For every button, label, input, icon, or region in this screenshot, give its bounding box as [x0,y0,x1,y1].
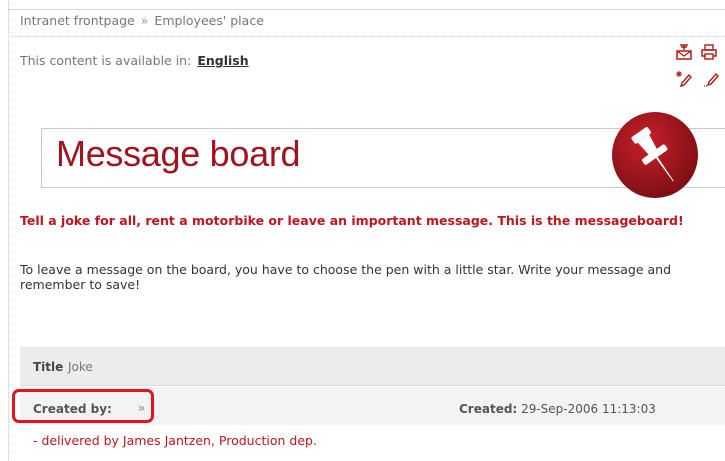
breadcrumb-current[interactable]: Employees' place [154,13,263,28]
breadcrumb-root[interactable]: Intranet frontpage [20,13,135,28]
highlight-annotation [12,389,154,423]
created-date: Created: 29-Sep-2006 11:13:03 [459,402,656,416]
intro-text: Tell a joke for all, rent a motorbike or… [20,213,684,228]
breadcrumb-divider [8,36,725,37]
instructions-text: To leave a message on the board, you hav… [20,262,672,292]
language-bar: This content is available in: English [20,53,249,68]
created-value: 29-Sep-2006 11:13:03 [521,402,656,416]
post-title-bar: Title Joke [20,347,725,386]
post-title-value: Joke [68,360,93,374]
page-title: Message board [56,133,301,174]
print-icon[interactable] [701,44,717,60]
new-message-pen-icon[interactable] [676,71,692,87]
language-link-english[interactable]: English [197,53,248,68]
pushpin-icon [612,112,698,198]
created-label: Created: [459,402,518,416]
left-border [8,0,9,461]
edit-pen-icon[interactable] [703,71,719,87]
post-body: - delivered by James Jantzen, Production… [33,433,317,448]
top-border [8,9,725,10]
breadcrumb: Intranet frontpage » Employees' place [20,13,264,28]
send-to-friend-icon[interactable] [676,44,692,60]
language-prefix: This content is available in: [20,53,192,68]
post-title-label: Title [33,360,64,374]
breadcrumb-separator: » [140,13,149,28]
